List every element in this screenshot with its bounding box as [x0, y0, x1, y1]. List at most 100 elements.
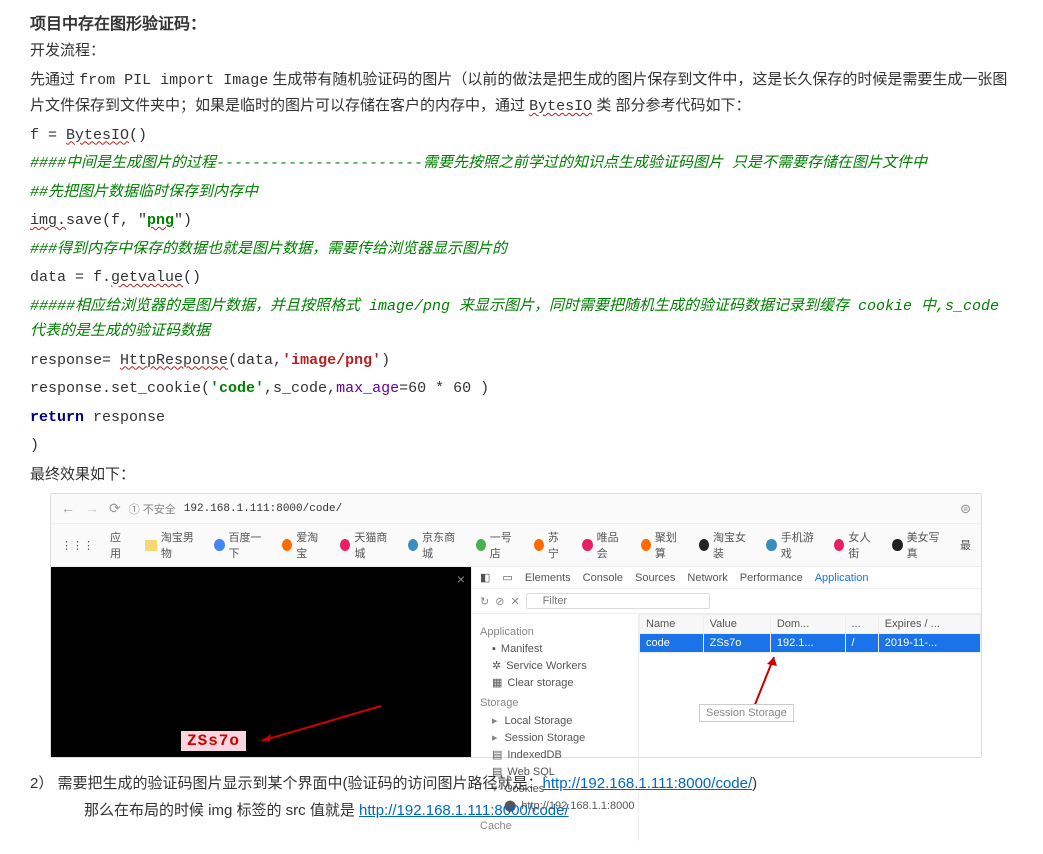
filter-input[interactable]	[526, 593, 710, 609]
tab-sources[interactable]: Sources	[635, 572, 675, 584]
code: response.set_cookie(	[30, 380, 210, 397]
code: )	[30, 433, 1013, 459]
bookmark-item[interactable]: 天猫商城	[340, 529, 392, 561]
code-comment: ##先把图片数据临时保存到内存中	[30, 180, 1013, 206]
bookmark-item[interactable]: 淘宝女装	[699, 529, 751, 561]
cell-domain: 192.1...	[770, 634, 845, 653]
devtools-dock-icon[interactable]: ◧	[480, 571, 490, 584]
tab-console[interactable]: Console	[583, 572, 623, 584]
apps-icon[interactable]: ⋮⋮⋮	[61, 539, 94, 552]
sidebar-item-service-workers[interactable]: ✲ Service Workers	[480, 657, 630, 674]
code: ()	[129, 127, 147, 144]
favicon	[214, 539, 224, 551]
close-icon[interactable]: ×	[457, 571, 465, 587]
url-text[interactable]: 192.168.1.111:8000/code/	[184, 503, 342, 515]
forward-icon[interactable]: →	[85, 500, 99, 517]
code: f =	[30, 127, 66, 144]
code-string: png	[147, 212, 174, 229]
paragraph-1: 先通过 from PIL import Image 生成带有随机验证码的图片（以…	[30, 67, 1013, 120]
tab-network[interactable]: Network	[687, 572, 727, 584]
bookmark-item[interactable]: 最	[960, 537, 971, 553]
code: data = f.	[30, 269, 111, 286]
cookies-table: Name Value Dom... ... Expires / ... code…	[639, 614, 981, 653]
favicon	[282, 539, 292, 551]
col-domain[interactable]: Dom...	[770, 615, 845, 634]
bookmark-item[interactable]: 唯品会	[582, 529, 624, 561]
extension-icon[interactable]: ⊜	[960, 501, 971, 517]
code: =60 * 60 )	[399, 380, 489, 397]
code: ()	[183, 269, 201, 286]
cookies-table-area: Name Value Dom... ... Expires / ... code…	[639, 614, 981, 841]
favicon	[834, 539, 844, 551]
code-keyword: return	[30, 409, 84, 426]
bookmark-item[interactable]: 美女写真	[892, 529, 944, 561]
col-path[interactable]: ...	[845, 615, 878, 634]
bookmark-item[interactable]: 苏宁	[534, 529, 567, 561]
bookmark-item[interactable]: 百度一下	[214, 529, 266, 561]
bookmark-item[interactable]: 手机游戏	[766, 529, 818, 561]
sidebar-section-application: Application	[480, 626, 630, 638]
bookmark-item[interactable]: 一号店	[476, 529, 518, 561]
bookmark-item[interactable]: 爱淘宝	[282, 529, 324, 561]
favicon	[699, 539, 709, 551]
reload-icon[interactable]: ⟳	[109, 500, 121, 517]
bookmark-item[interactable]: 女人街	[834, 529, 876, 561]
code: save(f, "	[66, 212, 147, 229]
cell-expires: 2019-11-...	[878, 634, 980, 653]
sidebar-item-clear-storage[interactable]: ▦ Clear storage	[480, 674, 630, 691]
favicon	[582, 539, 592, 551]
sidebar-item-indexeddb[interactable]: ▤ IndexedDB	[480, 746, 630, 763]
tab-performance[interactable]: Performance	[740, 572, 803, 584]
cell-path: /	[845, 634, 878, 653]
favicon	[892, 539, 902, 551]
code: )	[381, 352, 390, 369]
sidebar-item-manifest[interactable]: ▪ Manifest	[480, 641, 630, 657]
devtools-inspect-icon[interactable]: ▭	[502, 571, 512, 584]
table-header-row: Name Value Dom... ... Expires / ...	[640, 615, 981, 634]
sidebar-item-session-storage[interactable]: Session Storage	[480, 729, 630, 746]
col-name[interactable]: Name	[640, 615, 704, 634]
bookmarks-bar: ⋮⋮⋮ 应用 淘宝男物 百度一下 爱淘宝 天猫商城 京东商城 一号店 苏宁 唯品…	[51, 524, 981, 567]
clear-icon[interactable]: ✕	[510, 595, 519, 608]
code: (data,	[228, 352, 282, 369]
code-string: 'image/png'	[282, 352, 381, 369]
code: getvalue	[111, 269, 183, 286]
table-row[interactable]: code ZSs7o 192.1... / 2019-11-...	[640, 634, 981, 653]
code-comment: ###得到内存中保存的数据也就是图片数据，需要传给浏览器显示图片的	[30, 237, 1013, 263]
text: 类 部分参考代码如下：	[592, 97, 750, 114]
code: response=	[30, 352, 120, 369]
code: ")	[174, 212, 192, 229]
code: img.	[30, 212, 66, 229]
section-title: 项目中存在图形验证码：	[30, 10, 1013, 34]
refresh-icon[interactable]: ↻	[480, 595, 489, 608]
favicon	[408, 539, 418, 551]
cell-value: ZSs7o	[703, 634, 770, 653]
col-expires[interactable]: Expires / ...	[878, 615, 980, 634]
code-comment: ####中间是生成图片的过程-----------------------需要先…	[30, 151, 1013, 177]
cell-name: code	[640, 634, 704, 653]
bookmark-item[interactable]: 京东商城	[408, 529, 460, 561]
filter-row: ↻ ⊘ ✕	[472, 589, 981, 614]
code-bytesio: BytesIO	[66, 127, 129, 144]
bookmark-item[interactable]: 聚划算	[641, 529, 683, 561]
tab-elements[interactable]: Elements	[525, 572, 571, 584]
code: response	[84, 409, 165, 426]
col-value[interactable]: Value	[703, 615, 770, 634]
bookmark-item[interactable]: 淘宝男物	[145, 529, 198, 561]
devtools-tabs: ◧ ▭ Elements Console Sources Network Per…	[472, 567, 981, 589]
sidebar-item-local-storage[interactable]: Local Storage	[480, 712, 630, 729]
list-number: 2）	[30, 775, 53, 792]
back-icon[interactable]: ←	[61, 500, 75, 517]
url-link[interactable]: http://192.168.1.111:8000/code/	[359, 802, 569, 819]
address-bar: ← → ⟳ ① 不安全 192.168.1.111:8000/code/ ⊜	[51, 494, 981, 524]
tooltip: Session Storage	[699, 704, 794, 722]
code-kwarg: max_age	[336, 380, 399, 397]
favicon	[476, 539, 486, 551]
page-viewport: × ZSs7o	[51, 567, 471, 757]
code-block: f = BytesIO() ####中间是生成图片的过程------------…	[30, 123, 1013, 459]
tab-application[interactable]: Application	[815, 572, 869, 584]
code-comment: #####相应给浏览器的是图片数据，并且按照格式 image/png 来显示图片…	[30, 294, 1013, 345]
annotation-arrow	[749, 652, 789, 712]
folder-icon	[145, 540, 157, 551]
bookmark-item[interactable]: 应用	[110, 529, 129, 561]
